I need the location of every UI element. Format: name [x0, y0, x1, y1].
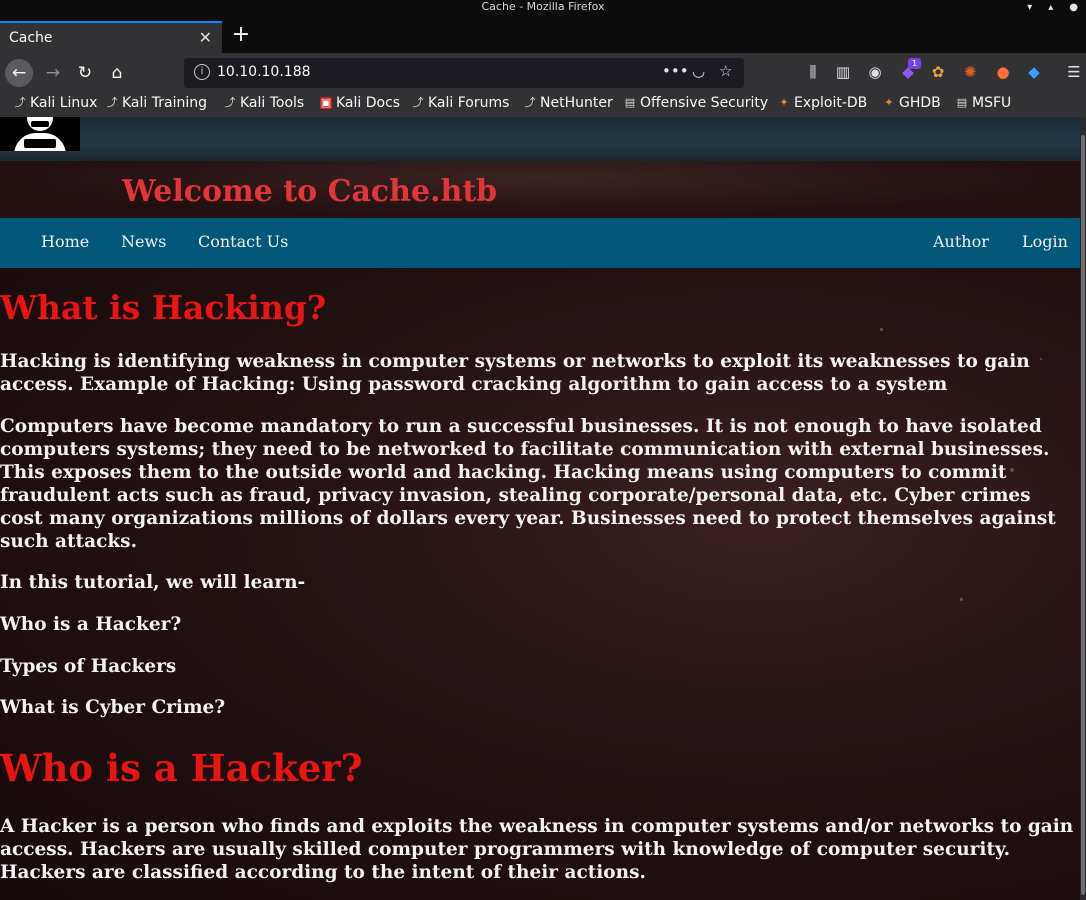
cookie-icon[interactable]: ✿	[928, 63, 948, 81]
paragraph-hacking-definition: Hacking is identifying weakness in compu…	[0, 351, 1030, 395]
article-content: What is Hacking? Hacking is identifying …	[0, 268, 1080, 900]
paragraph-cyber-crime: What is Cyber Crime?	[0, 697, 226, 718]
scrollbar-thumb[interactable]	[1081, 135, 1085, 895]
close-tab-icon[interactable]: ✕	[199, 28, 212, 47]
hamburger-menu-icon[interactable]: ☰	[1064, 63, 1084, 81]
bookmark-ghdb[interactable]: ✦ GHDB	[883, 95, 940, 111]
tab-strip: Cache ✕ +	[0, 15, 1086, 53]
nav-home-link[interactable]: Home	[41, 232, 89, 251]
maximize-icon[interactable]: ▴	[1048, 1, 1053, 14]
bookmark-kali-forums[interactable]: ⤴ Kali Forums	[412, 95, 510, 111]
nethunter-icon: ⤴	[524, 96, 536, 109]
navigation-toolbar: ← → ↻ ⌂ i 10.10.10.188 ••• ◡ ☆ ⫼ ▥ ◉ ◆ 1…	[0, 53, 1086, 93]
bookmark-offensive-security[interactable]: ▤ Offensive Security	[624, 95, 768, 111]
bookmark-kali-linux[interactable]: ⤴ Kali Linux	[14, 95, 98, 111]
url-bar[interactable]: i 10.10.10.188 ••• ◡ ☆	[184, 58, 744, 88]
bookmark-kali-docs[interactable]: ▣ Kali Docs	[320, 95, 400, 111]
url-text[interactable]: 10.10.10.188	[217, 64, 311, 80]
kali-dragon-icon: ⤴	[412, 96, 424, 109]
window-titlebar: Cache - Mozilla Firefox ▾ ▴ ●	[0, 0, 1086, 15]
bookmark-nethunter[interactable]: ⤴ NetHunter	[524, 95, 613, 111]
addon-icon[interactable]: ✺	[960, 63, 980, 81]
window-controls: ▾ ▴ ●	[1027, 1, 1078, 14]
tab-label: Cache	[9, 30, 53, 46]
site-menu: Home News Contact Us Author Login	[0, 218, 1080, 268]
paragraph-types-of-hackers: Types of Hackers	[0, 656, 177, 677]
nav-contact-link[interactable]: Contact Us	[198, 232, 288, 251]
page-viewport: Welcome to Cache.htb Home News Contact U…	[0, 117, 1080, 900]
kali-dragon-icon: ⤴	[106, 96, 118, 109]
nav-login-link[interactable]: Login	[1022, 232, 1068, 251]
back-button[interactable]: ←	[5, 59, 33, 87]
site-info-icon[interactable]: i	[194, 64, 210, 80]
offsec-icon: ▤	[624, 96, 636, 109]
exploit-db-icon: ✦	[779, 96, 789, 109]
new-tab-button[interactable]: +	[230, 22, 252, 50]
paragraph-who-is-hacker: Who is a Hacker?	[0, 614, 182, 635]
library-icon[interactable]: ⫼	[803, 63, 823, 81]
bookmark-star-icon[interactable]: ☆	[719, 62, 732, 80]
ghdb-icon: ✦	[884, 96, 894, 109]
paragraph-computers: Computers have become mandatory to run a…	[0, 416, 1056, 552]
bookmark-exploit-db[interactable]: ✦ Exploit-DB	[778, 95, 867, 111]
nav-author-link[interactable]: Author	[933, 232, 989, 251]
msfu-icon: ▤	[956, 96, 968, 109]
minimize-icon[interactable]: ▾	[1027, 1, 1032, 14]
account-icon[interactable]: ◉	[865, 63, 885, 81]
kali-dragon-icon: ⤴	[14, 96, 26, 109]
heading-what-is-hacking: What is Hacking?	[0, 288, 327, 327]
site-banner: Welcome to Cache.htb	[0, 161, 1080, 218]
hacker-logo	[0, 117, 80, 151]
bookmark-kali-training[interactable]: ⤴ Kali Training	[106, 95, 207, 111]
extension-badge: 1	[908, 58, 921, 69]
shield-extension-icon[interactable]: ◆	[1024, 63, 1044, 81]
firefox-icon[interactable]: ●	[993, 63, 1013, 81]
pocket-icon[interactable]: ◡	[692, 62, 705, 80]
sidebar-icon[interactable]: ▥	[833, 63, 853, 81]
home-button[interactable]: ⌂	[103, 59, 131, 87]
bookmark-msfu[interactable]: ▤ MSFU	[956, 95, 1011, 111]
close-window-icon[interactable]: ●	[1069, 1, 1078, 14]
page-scrollbar[interactable]	[1080, 117, 1086, 900]
kali-dragon-icon: ⤴	[224, 96, 236, 109]
heading-who-is-a-hacker: Who is a Hacker?	[0, 746, 363, 790]
window-title: Cache - Mozilla Firefox	[481, 0, 605, 13]
reload-button[interactable]: ↻	[71, 59, 99, 87]
paragraph-hacker-definition: A Hacker is a person who finds and explo…	[0, 816, 1074, 883]
forward-button[interactable]: →	[39, 59, 67, 87]
header-strip	[0, 117, 1080, 161]
bookmarks-toolbar: ⤴ Kali Linux ⤴ Kali Training ⤴ Kali Tools ▣…	[0, 93, 1086, 118]
bookmark-kali-tools[interactable]: ⤴ Kali Tools	[224, 95, 305, 111]
paragraph-tutorial-intro: In this tutorial, we will learn-	[0, 572, 306, 593]
page-actions-icon[interactable]: •••	[662, 62, 689, 80]
site-title: Welcome to Cache.htb	[122, 174, 498, 209]
tab-cache[interactable]: Cache ✕	[0, 21, 222, 53]
nav-news-link[interactable]: News	[121, 232, 166, 251]
docs-icon: ▣	[320, 96, 332, 109]
